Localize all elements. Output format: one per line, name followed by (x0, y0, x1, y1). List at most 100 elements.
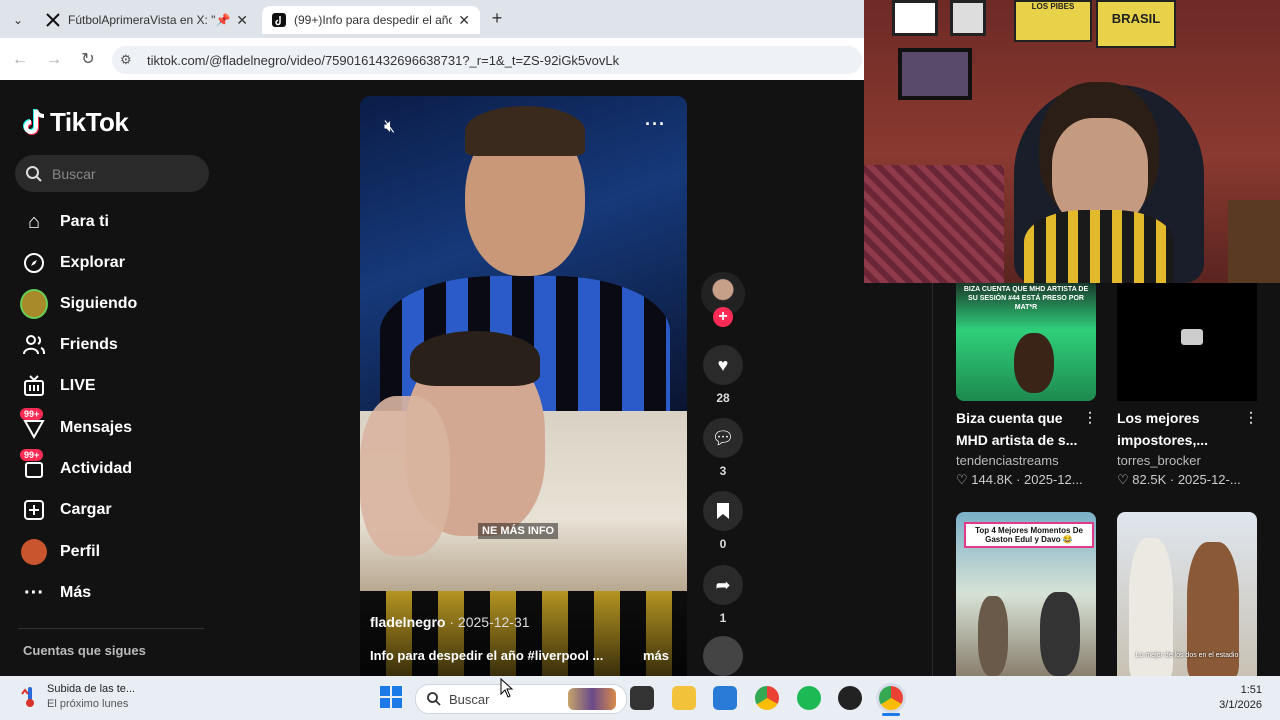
windows-start-icon[interactable] (380, 686, 402, 708)
file-explorer-icon[interactable] (672, 686, 696, 710)
sidebar-item-friends[interactable]: Friends (20, 330, 118, 360)
notification-badge: 99+ (20, 408, 44, 420)
card-title-line: Los mejores (1117, 410, 1200, 426)
sidebar-item-label: Siguiendo (60, 295, 138, 312)
wall-frame (950, 0, 986, 36)
card-menu-icon[interactable]: ⋮ (1244, 409, 1258, 426)
follow-plus-icon[interactable]: + (713, 307, 733, 327)
forward-arrow-icon[interactable]: → (44, 50, 64, 70)
mail-icon[interactable] (713, 686, 737, 710)
like-button[interactable]: ♥ 28 (703, 345, 743, 405)
comment-count: 3 (719, 464, 727, 478)
card-username[interactable]: torres_brocker (1117, 453, 1257, 468)
sidebar-divider (18, 628, 204, 629)
video-thumbnail (1117, 283, 1257, 401)
save-count: 0 (719, 537, 727, 551)
like-count: 28 (716, 391, 730, 405)
clock-date[interactable]: 3/1/2026 (1206, 699, 1262, 711)
bookmark-icon (703, 491, 743, 531)
tab-close-icon[interactable]: ✕ (236, 12, 248, 29)
player-hair (465, 106, 585, 156)
new-tab-plus-icon[interactable]: + (488, 8, 506, 30)
recommended-card[interactable]: BIZA CUENTA QUE MHD ARTISTA DE SU SESIÓN… (956, 283, 1096, 488)
browser-tab-x[interactable]: FútbolAprimeraVista en X: "📌 ✕ (36, 6, 258, 34)
back-arrow-icon[interactable]: ← (10, 50, 30, 70)
sidebar-item-mensajes[interactable]: 99+ Mensajes (20, 408, 132, 443)
upload-plus-icon (20, 496, 48, 524)
chrome-icon[interactable] (755, 686, 779, 710)
tab-close-icon[interactable]: ✕ (458, 12, 470, 29)
search-input[interactable]: Buscar (15, 155, 209, 192)
notification-badge: 99+ (20, 449, 44, 461)
sidebar-item-label: Perfil (60, 543, 101, 560)
video-author[interactable]: fladelnegro · 2025-12-31 (370, 614, 530, 630)
tiktok-logo[interactable]: TikTok (22, 106, 129, 138)
sidebar-item-cargar[interactable]: Cargar (20, 495, 112, 525)
sidebar-item-siguiendo[interactable]: Siguiendo (20, 289, 137, 319)
weather-widget-subtitle: El próximo lunes (47, 698, 129, 710)
site-settings-icon[interactable]: ⚙ (120, 52, 132, 68)
panel-divider (932, 283, 933, 676)
thumbnail-person (1040, 592, 1080, 676)
share-button[interactable]: ➦ 1 (703, 565, 743, 625)
video-player[interactable]: NE MÁS INFO 🔇︎ ··· fladelnegro · 2025-12… (360, 96, 687, 676)
heart-icon: ♥ (703, 345, 743, 385)
thumbnail-text: Lo mejor de los dos en el estadio (1135, 652, 1239, 659)
recommended-card[interactable]: Los mejores impostores,... torres_brocker… (1117, 283, 1257, 488)
activity-icon: 99+ (20, 449, 48, 483)
obs-icon[interactable] (838, 686, 862, 710)
compass-icon (20, 249, 48, 277)
thumbnail-person (978, 596, 1008, 676)
video-date: 2025-12-31 (457, 614, 530, 630)
weather-widget-icon[interactable] (18, 684, 42, 708)
following-heading: Cuentas que sigues (23, 643, 146, 658)
sidebar-item-para-ti[interactable]: ⌂ Para ti (20, 207, 109, 237)
reload-icon[interactable]: ↻ (78, 50, 98, 70)
browser-tab-strip: ⌄ FútbolAprimeraVista en X: "📌 ✕ (99+)In… (0, 0, 864, 38)
spotify-icon[interactable] (797, 686, 821, 710)
recommended-card-thumbnail[interactable]: Top 4 Mejores Momentos De Gaston Edul y … (956, 512, 1096, 676)
card-title: Los mejores impostores,... (1117, 407, 1257, 451)
share-arrow-icon: ➦ (703, 565, 743, 605)
mute-icon[interactable]: 🔇︎ (384, 116, 395, 137)
clock-time[interactable]: 1:51 (1226, 684, 1262, 696)
profile-avatar-icon (20, 538, 48, 566)
wall-frame (892, 0, 938, 36)
caption-more-link[interactable]: más (643, 648, 669, 663)
waving-hand (360, 396, 450, 556)
streamer-hair (410, 331, 540, 386)
author-name: fladelnegro (370, 614, 446, 630)
sidebar-item-mas[interactable]: ··· Más (20, 578, 91, 608)
x-logo-icon (46, 13, 60, 27)
task-view-icon[interactable] (630, 686, 654, 710)
card-date: 2025-12-... (1177, 472, 1241, 487)
address-bar[interactable]: ⚙ tiktok.com/@fladelnegro/video/75901614… (112, 46, 862, 74)
chrome-active-icon[interactable] (879, 686, 903, 710)
thumbnail-person (1014, 333, 1054, 393)
sidebar-item-live[interactable]: LIVE (20, 371, 96, 401)
tab-search-chevron-icon[interactable]: ⌄ (8, 10, 28, 30)
card-menu-icon[interactable]: ⋮ (1083, 409, 1097, 426)
sidebar-item-label: Explorar (60, 254, 125, 271)
browser-tab-tiktok[interactable]: (99+)Info para despedir el año ✕ (262, 6, 480, 34)
comment-button[interactable]: 💬︎ 3 (703, 418, 743, 478)
video-more-options-icon[interactable]: ··· (645, 114, 666, 135)
video-overlay-text: NE MÁS INFO (478, 523, 559, 539)
thumbnail-text: BIZA CUENTA QUE MHD ARTISTA DE SU SESIÓN… (963, 286, 1089, 311)
card-title-line: MHD artista de s... (956, 432, 1078, 448)
sound-disc-icon[interactable] (703, 636, 743, 676)
tab-title: FútbolAprimeraVista en X: "📌 (68, 13, 231, 27)
save-button[interactable]: 0 (703, 491, 743, 551)
weather-widget-title[interactable]: Subida de las te... (47, 683, 135, 695)
video-thumbnail: BIZA CUENTA QUE MHD ARTISTA DE SU SESIÓN… (956, 283, 1096, 401)
more-dots-icon: ··· (24, 581, 44, 604)
sidebar-item-explorar[interactable]: Explorar (20, 248, 125, 278)
thumbnail-person (1181, 329, 1203, 345)
card-username[interactable]: tendenciastreams (956, 453, 1096, 468)
search-highlight-image (568, 688, 616, 710)
recommended-card-thumbnail[interactable]: Lo mejor de los dos en el estadio (1117, 512, 1257, 676)
sidebar-item-perfil[interactable]: Perfil (20, 537, 100, 567)
taskbar-search-box[interactable]: Buscar (415, 684, 627, 714)
sidebar-item-actividad[interactable]: 99+ Actividad (20, 449, 132, 484)
wooden-furniture (1228, 200, 1280, 283)
